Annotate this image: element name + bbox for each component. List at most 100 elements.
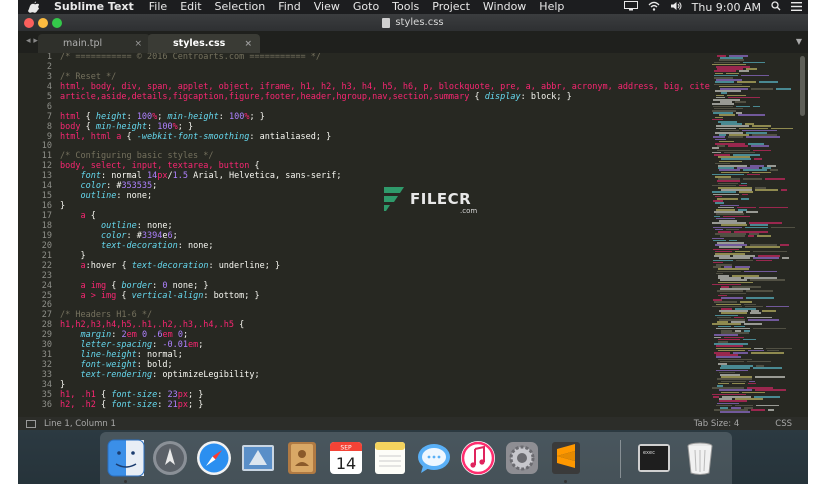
- syntax-selector[interactable]: CSS: [775, 419, 792, 429]
- line-number: 2: [46, 61, 52, 72]
- code-line: text-rendering: optimizeLegibility;: [80, 370, 260, 380]
- menu-edit[interactable]: Edit: [180, 0, 201, 14]
- line-number: 7: [46, 111, 52, 122]
- line-number-gutter: 1 2 3 4 5 6 7 8 9 10 11 12 13 14 15 16 17 18 19 20 21 22 23 24 2…: [18, 53, 58, 417]
- status-bar: Line 1, Column 1 Tab Size: 4 CSS: [18, 417, 808, 430]
- menu-window[interactable]: Window: [483, 0, 526, 14]
- system-preferences-icon[interactable]: [502, 438, 542, 478]
- line-number: 17: [41, 211, 52, 221]
- line-number: 24: [41, 280, 52, 291]
- line-number: 26: [41, 300, 52, 311]
- line-number: 28: [41, 320, 52, 331]
- tab-size-selector[interactable]: Tab Size: 4: [694, 419, 740, 429]
- list-icon[interactable]: [791, 1, 802, 14]
- menu-view[interactable]: View: [314, 0, 340, 14]
- tab-close-icon[interactable]: ×: [244, 39, 252, 49]
- line-number: 5: [46, 91, 52, 102]
- menu-app-name[interactable]: Sublime Text: [54, 0, 134, 14]
- tab-close-icon[interactable]: ×: [134, 39, 142, 49]
- mail-icon[interactable]: [238, 438, 278, 478]
- line-number: 36: [41, 399, 52, 410]
- line-number: 29: [41, 330, 52, 341]
- tab-bar: ◂ ▸ main.tpl × styles.css × ▼: [18, 31, 808, 53]
- wifi-icon[interactable]: [648, 1, 660, 14]
- close-window-button[interactable]: [24, 18, 34, 28]
- launchpad-icon[interactable]: [150, 438, 190, 478]
- watermark-word: FILECR: [410, 190, 472, 208]
- line-number: 8: [46, 121, 52, 132]
- calendar-day: 14: [336, 454, 356, 473]
- menu-find[interactable]: Find: [278, 0, 301, 14]
- code-line: a:hover { text-decoration: underline; }: [60, 260, 281, 271]
- line-number: 1: [46, 53, 52, 62]
- code-line: /* =========== © 2016 Centroarts.com ===…: [60, 53, 321, 62]
- line-number: 10: [41, 141, 52, 152]
- calendar-month: SEP: [340, 445, 352, 452]
- line-number: 33: [41, 370, 52, 380]
- line-number: 3: [46, 71, 52, 82]
- line-number: 19: [41, 230, 52, 241]
- messages-icon[interactable]: [414, 438, 454, 478]
- code-line: text-decoration: none;: [100, 240, 214, 251]
- menu-help[interactable]: Help: [539, 0, 564, 14]
- display-icon[interactable]: [623, 0, 638, 14]
- volume-icon[interactable]: [670, 1, 682, 14]
- terminal-label: exec: [643, 450, 655, 456]
- sublime-text-icon[interactable]: [546, 438, 586, 483]
- minimize-window-button[interactable]: [38, 18, 48, 28]
- calendar-icon[interactable]: SEP 14: [326, 438, 366, 478]
- window-title: styles.css: [395, 17, 444, 28]
- panel-toggle-icon[interactable]: [26, 419, 36, 428]
- tab-label: main.tpl: [63, 38, 103, 49]
- filecr-logo-icon: [380, 185, 406, 213]
- line-number: 9: [46, 131, 52, 142]
- menu-project[interactable]: Project: [432, 0, 470, 14]
- line-number: 30: [41, 340, 52, 351]
- line-number: 11: [41, 151, 52, 162]
- finder-icon[interactable]: [106, 438, 146, 483]
- tab-label: styles.css: [173, 38, 226, 49]
- tab-dropdown-icon[interactable]: ▼: [796, 37, 802, 46]
- line-number: 34: [41, 379, 52, 390]
- code-line: h2, .h2 { font-size: 21px; }: [60, 399, 204, 410]
- code-line: a > img { vertical-align: bottom; }: [60, 290, 260, 301]
- menu-tools[interactable]: Tools: [392, 0, 419, 14]
- line-number: 14: [41, 181, 52, 192]
- line-number: 23: [41, 270, 52, 281]
- code-line: html, html a { -webkit-font-smoothing: a…: [60, 131, 332, 142]
- tab-nav-arrows-icon[interactable]: ◂ ▸: [26, 36, 38, 46]
- contacts-icon[interactable]: [282, 438, 322, 478]
- line-number: 6: [46, 101, 52, 112]
- line-number: 35: [41, 389, 52, 400]
- dock: SEP 14 exec: [100, 432, 732, 484]
- menu-bar: Sublime Text File Edit Selection Find Vi…: [18, 0, 808, 14]
- line-number: 4: [46, 81, 52, 92]
- search-icon[interactable]: [771, 0, 781, 14]
- line-number: 27: [41, 310, 52, 321]
- watermark-logo: FILECR .com: [380, 179, 500, 219]
- notes-icon[interactable]: [370, 438, 410, 478]
- itunes-icon[interactable]: [458, 438, 498, 478]
- trash-icon[interactable]: [680, 438, 720, 478]
- menu-selection[interactable]: Selection: [215, 0, 266, 14]
- menu-file[interactable]: File: [149, 0, 167, 14]
- safari-icon[interactable]: [194, 438, 234, 478]
- line-number: 13: [41, 171, 52, 182]
- maximize-window-button[interactable]: [52, 18, 62, 28]
- dock-separator: [620, 440, 621, 478]
- menu-goto[interactable]: Goto: [353, 0, 379, 14]
- minimap[interactable]: [710, 53, 808, 417]
- tab-styles-css[interactable]: styles.css ×: [148, 34, 260, 53]
- tab-main-tpl[interactable]: main.tpl ×: [38, 34, 150, 53]
- clock[interactable]: Thu 9:00 AM: [692, 1, 761, 14]
- terminal-icon[interactable]: exec: [634, 438, 674, 478]
- line-number: 15: [41, 191, 52, 202]
- code-editor[interactable]: 1 2 3 4 5 6 7 8 9 10 11 12 13 14 15 16 17 18 19 20 21 22 23 24 2…: [18, 53, 808, 417]
- watermark-sub: .com: [460, 207, 478, 215]
- apple-icon[interactable]: [28, 0, 42, 14]
- code-area[interactable]: /* =========== © 2016 Centroarts.com ===…: [60, 53, 724, 417]
- line-number: 31: [41, 350, 52, 361]
- scrollbar[interactable]: [800, 56, 805, 116]
